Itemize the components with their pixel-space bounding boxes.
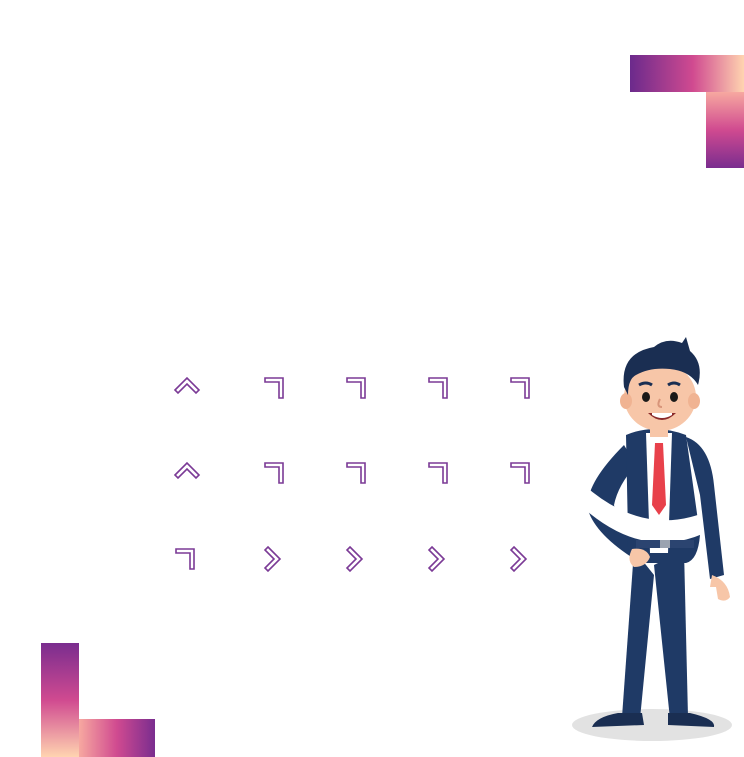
left-eye [642,392,650,402]
corner-icon [508,459,536,487]
chevron-up-icon [173,459,201,487]
chevron-right-icon [344,545,372,573]
right-eye [670,392,678,402]
corner-icon [426,374,454,402]
chevron-right-icon [262,545,290,573]
right-leg [654,550,688,719]
chevron-right-icon [426,545,454,573]
chevron-right-icon [508,545,536,573]
corner-icon [262,374,290,402]
corner-icon [426,459,454,487]
corner-icon [262,459,290,487]
bottom-left-corner-icon [41,643,155,757]
right-hand [710,575,730,601]
canvas [0,0,744,757]
chevron-up-icon [173,374,201,402]
corner-icon [344,374,372,402]
top-right-corner-icon [630,55,744,168]
businessman-illustration [572,337,732,741]
left-leg [622,550,654,719]
corner-icon [173,545,201,573]
corner-icon [508,374,536,402]
corner-icon [344,459,372,487]
